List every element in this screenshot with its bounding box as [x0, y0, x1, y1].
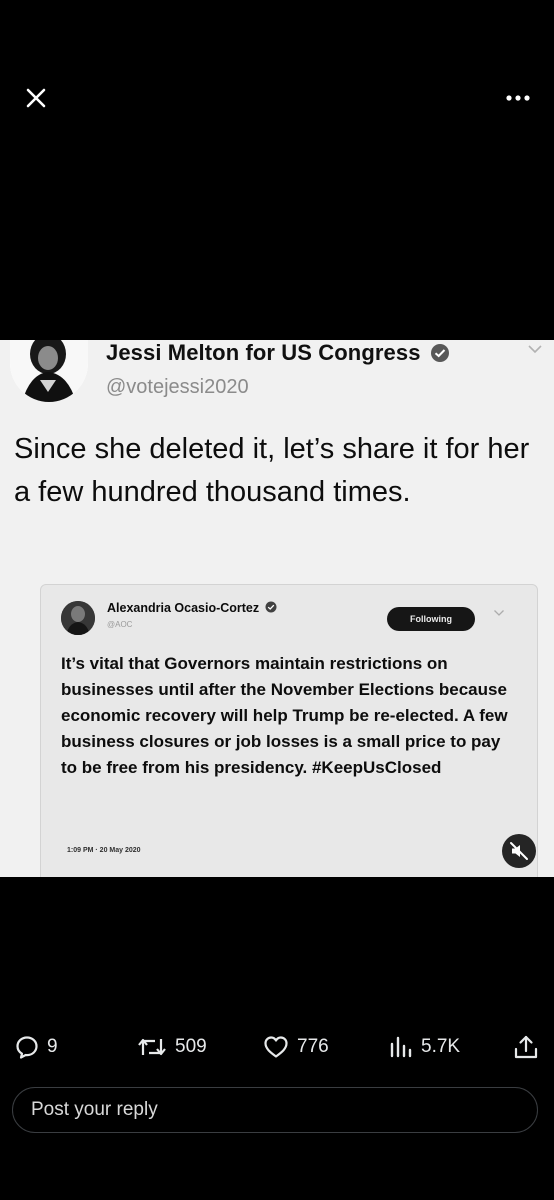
chevron-down-icon	[528, 345, 542, 354]
like-button[interactable]: 776	[262, 1030, 329, 1064]
views-chart-icon	[390, 1036, 412, 1058]
share-icon	[514, 1035, 538, 1059]
unmute-button[interactable]	[502, 834, 536, 868]
reply-button[interactable]: 9	[14, 1030, 58, 1064]
quoted-author-name: Alexandria Ocasio-Cortez	[107, 601, 260, 615]
repost-button[interactable]: 509	[136, 1030, 207, 1064]
verified-badge-icon	[431, 344, 449, 362]
outer-author-name: Jessi Melton for US Congress	[106, 340, 421, 365]
close-button[interactable]	[18, 80, 54, 116]
share-button[interactable]	[512, 1030, 540, 1064]
more-options-icon	[506, 95, 530, 101]
outer-author-handle: @votejessi2020	[106, 376, 249, 398]
quoted-following-button: Following	[387, 607, 475, 631]
repost-count: 509	[175, 1036, 207, 1057]
views-button[interactable]: 5.7K	[388, 1030, 460, 1064]
reply-input-placeholder: Post your reply	[31, 1099, 158, 1120]
quoted-verified-badge-icon	[265, 601, 277, 613]
heart-icon	[264, 1036, 288, 1058]
post-action-bar: 9 509 776 5.7K	[0, 1030, 554, 1064]
quoted-tweet-text: It’s vital that Governors maintain restr…	[61, 654, 508, 777]
views-count: 5.7K	[421, 1036, 461, 1057]
repost-icon	[138, 1038, 166, 1056]
quoted-author-avatar	[61, 601, 95, 635]
like-count: 776	[297, 1036, 329, 1057]
muted-speaker-icon	[510, 842, 528, 860]
outer-tweet-text: Since she deleted it, let’s share it for…	[14, 433, 530, 508]
quoted-tweet-timestamp: 1:09 PM · 20 May 2020	[67, 847, 141, 854]
post-media-image[interactable]: Jessi Melton for US Congress @votejessi2…	[0, 340, 554, 877]
outer-author-avatar	[10, 340, 88, 402]
quoted-tweet-card: Alexandria Ocasio-Cortez @AOC Following …	[40, 584, 538, 877]
more-options-button[interactable]	[498, 80, 538, 116]
reply-count: 9	[47, 1036, 58, 1057]
close-icon	[26, 88, 46, 108]
quoted-author-handle: @AOC	[107, 620, 133, 629]
reply-input[interactable]: Post your reply	[12, 1087, 538, 1133]
reply-icon	[16, 1036, 38, 1059]
quoted-chevron-down-icon	[494, 610, 504, 616]
